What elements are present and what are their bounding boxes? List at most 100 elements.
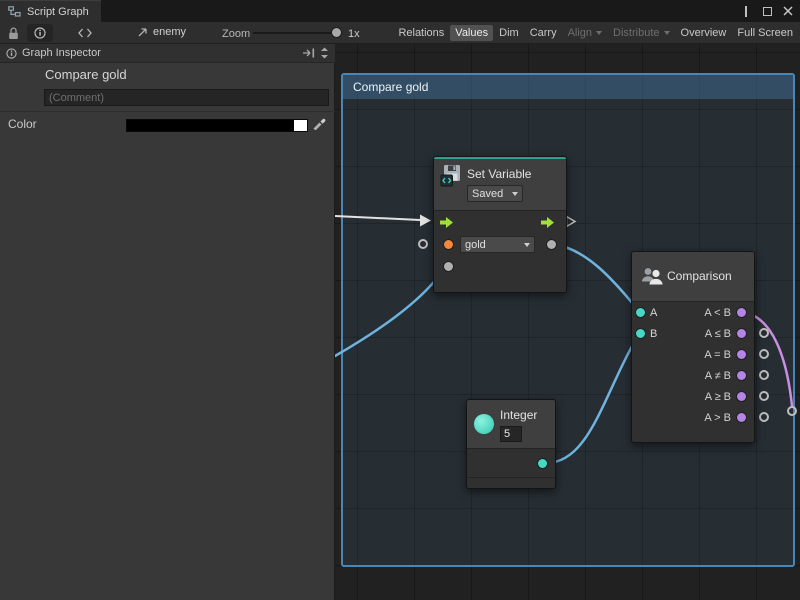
graph-title: Compare gold: [45, 67, 127, 82]
output-port-a-neq-b[interactable]: [737, 371, 746, 380]
integer-value-field[interactable]: [500, 426, 522, 442]
machine-arrow-icon: [138, 27, 148, 37]
toolbar-button-values[interactable]: Values: [450, 25, 493, 41]
toolbar-button-label: Distribute: [613, 27, 659, 39]
chevron-down-icon: [524, 243, 530, 247]
toolbar-button-carry[interactable]: Carry: [525, 25, 562, 41]
window-controls: [740, 0, 794, 22]
comparison-row: A ≥ B: [632, 386, 754, 407]
minimize-icon[interactable]: [740, 5, 752, 17]
graph-toolbar: enemy Zoom 1x Relations Values Dim Carry…: [0, 22, 800, 44]
wire-endpoint-indicator[interactable]: [787, 406, 797, 416]
script-graph-window: Script Graph enemy Zoom: [0, 0, 800, 600]
output-port-a-lt-b[interactable]: [737, 308, 746, 317]
comparison-row: A = B: [632, 344, 754, 365]
comment-input[interactable]: [44, 89, 329, 106]
integer-body: [467, 449, 555, 477]
wire-integer-to-comparison-b[interactable]: [544, 334, 639, 463]
node-title: Comparison: [667, 269, 732, 283]
color-alpha-segment: [294, 120, 307, 131]
machine-breadcrumb[interactable]: enemy: [138, 26, 186, 38]
unconnected-port-indicator[interactable]: [759, 349, 769, 359]
comparison-header[interactable]: Comparison: [632, 252, 754, 302]
flow-output-port[interactable]: [541, 217, 554, 228]
flow-input-port[interactable]: [440, 217, 453, 228]
dock-icon[interactable]: [303, 48, 315, 58]
variable-name-value: gold: [465, 239, 486, 251]
comparison-icon: [639, 266, 665, 287]
toolbar-button-label: Align: [568, 27, 592, 39]
unconnected-port-indicator[interactable]: [759, 391, 769, 401]
comparison-row: A A < B: [632, 302, 754, 323]
input-label-b: B: [650, 328, 657, 340]
toolbar-button-relations[interactable]: Relations: [393, 25, 449, 41]
variable-name-dropdown[interactable]: gold: [460, 236, 535, 253]
variable-scope-dropdown[interactable]: Saved: [467, 185, 523, 202]
toolbar-button-fullscreen[interactable]: Full Screen: [732, 25, 798, 41]
output-label: A > B: [704, 412, 731, 424]
script-graph-icon: [8, 6, 21, 17]
machine-name: enemy: [153, 26, 186, 38]
unconnected-port-indicator[interactable]: [759, 328, 769, 338]
chevron-down-icon: [512, 192, 518, 196]
unconnected-port-indicator[interactable]: [759, 412, 769, 422]
tab-title: Script Graph: [27, 6, 89, 18]
collapse-expand-icon[interactable]: [320, 47, 329, 59]
node-comparison[interactable]: Comparison A A < B B A ≤ B: [631, 251, 755, 443]
node-title: Set Variable: [467, 167, 531, 181]
flow-connection-arrow[interactable]: [335, 215, 431, 227]
node-set-variable[interactable]: Set Variable Saved gold: [433, 156, 567, 293]
color-label: Color: [8, 117, 37, 131]
toolbar-button-align[interactable]: Align: [563, 25, 607, 41]
node-integer[interactable]: Integer: [466, 399, 556, 489]
zoom-slider-handle[interactable]: [331, 27, 342, 38]
inspector-toggle-button[interactable]: [27, 24, 53, 42]
maximize-icon[interactable]: [761, 5, 773, 17]
graph-canvas[interactable]: Compare gold: [335, 44, 800, 600]
toolbar-button-dim[interactable]: Dim: [494, 25, 524, 41]
output-label: A ≥ B: [705, 391, 731, 403]
output-port-a-gte-b[interactable]: [737, 392, 746, 401]
close-icon[interactable]: [782, 5, 794, 17]
integer-footer: [467, 477, 555, 487]
input-label-a: A: [650, 307, 657, 319]
output-label: A < B: [704, 307, 731, 319]
info-icon: [6, 48, 17, 59]
lock-icon[interactable]: [8, 27, 19, 40]
eyedropper-icon[interactable]: [312, 115, 327, 130]
value-input-port[interactable]: [444, 262, 453, 271]
value-output-port[interactable]: [547, 240, 556, 249]
input-port-b[interactable]: [636, 329, 645, 338]
output-label: A = B: [704, 349, 731, 361]
toolbar-button-overview[interactable]: Overview: [676, 25, 732, 41]
divider: [0, 111, 335, 112]
code-view-icon[interactable]: [78, 28, 92, 38]
graph-inspector-panel: Graph Inspector Compare gold Color: [0, 44, 335, 600]
unconnected-port-indicator[interactable]: [418, 239, 428, 249]
output-label: A ≤ B: [705, 328, 731, 340]
integer-header[interactable]: Integer: [467, 400, 555, 449]
output-port-a-lte-b[interactable]: [737, 329, 746, 338]
zoom-slider-track[interactable]: [253, 32, 339, 34]
integer-icon: [474, 414, 494, 434]
unconnected-port-indicator[interactable]: [759, 370, 769, 380]
zoom-label: Zoom: [222, 28, 250, 40]
integer-output-port[interactable]: [538, 459, 547, 468]
comparison-row: A ≠ B: [632, 365, 754, 386]
comparison-row: B A ≤ B: [632, 323, 754, 344]
toolbar-button-distribute[interactable]: Distribute: [608, 25, 674, 41]
set-variable-header[interactable]: Set Variable Saved: [434, 159, 566, 211]
variable-name-port[interactable]: [444, 240, 453, 249]
variable-scope-value: Saved: [472, 188, 503, 200]
color-swatch[interactable]: [126, 119, 308, 132]
node-title: Integer: [500, 408, 537, 422]
wire-value-to-setvar[interactable]: [335, 266, 446, 356]
graph-inspector-header: Graph Inspector: [0, 44, 335, 63]
save-variable-icon: [440, 164, 464, 188]
output-port-a-gt-b[interactable]: [737, 413, 746, 422]
input-port-a[interactable]: [636, 308, 645, 317]
output-port-a-eq-b[interactable]: [737, 350, 746, 359]
tab-script-graph[interactable]: Script Graph: [0, 0, 101, 22]
chevron-down-icon: [664, 31, 670, 35]
chevron-down-icon: [596, 31, 602, 35]
